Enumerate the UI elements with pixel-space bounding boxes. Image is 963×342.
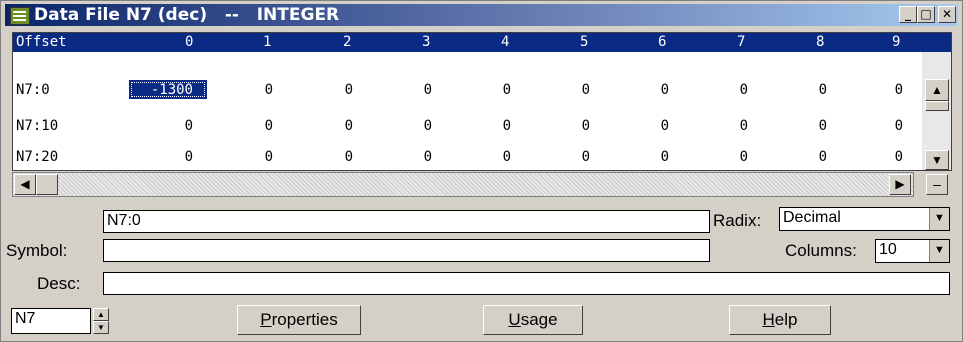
usage-label: sage [520,310,558,329]
table-cell[interactable]: 0 [372,149,432,165]
table-cell[interactable]: 0 [688,118,748,134]
properties-button[interactable]: Properties [237,305,361,335]
columns-value: 10 [879,241,897,258]
chevron-down-icon[interactable]: ▼ [929,208,949,230]
help-accelerator: H [762,310,775,329]
table-cell[interactable]: 0 [451,149,511,165]
minimize-button[interactable]: _ [899,6,917,23]
column-header-0: 0 [185,34,194,50]
data-file-icon [10,7,30,25]
close-button[interactable]: ✕ [938,6,956,23]
row-label[interactable]: N7:20 [16,149,58,165]
table-cell[interactable]: -1300 [133,82,193,98]
horizontal-scroll-thumb[interactable] [36,174,58,195]
desc-label: Desc: [37,274,81,293]
address-field[interactable]: N7:0 [103,210,710,233]
table-cell[interactable]: 0 [688,149,748,165]
file-spinner-input[interactable]: N7 [11,308,91,334]
properties-label: roperties [271,310,338,329]
title-bar[interactable]: Data File N7 (dec) -- INTEGER _ □ ✕ [5,4,958,26]
desc-field[interactable] [103,272,950,295]
scroll-left-arrow-icon[interactable]: ◀ [14,174,36,195]
row-label[interactable]: N7:10 [16,118,58,134]
table-cell[interactable]: 0 [688,82,748,98]
spin-up-icon[interactable]: ▲ [93,308,109,321]
data-file-window: Data File N7 (dec) -- INTEGER _ □ ✕ Offs… [0,0,963,342]
table-cell[interactable]: 0 [767,118,827,134]
table-cell[interactable]: 0 [530,149,590,165]
table-cell[interactable]: 0 [372,82,432,98]
help-button[interactable]: Help [729,305,831,335]
table-cell[interactable]: 0 [293,118,353,134]
window-title: Data File N7 (dec) -- INTEGER [34,5,340,25]
table-cell[interactable]: 0 [530,118,590,134]
usage-button[interactable]: Usage [483,305,583,335]
spin-down-icon[interactable]: ▼ [93,321,109,334]
table-cell[interactable]: 0 [213,118,273,134]
radix-value: Decimal [783,209,841,226]
scroll-thumb[interactable] [925,101,949,111]
column-header-4: 4 [501,34,510,50]
table-cell[interactable]: 0 [843,149,903,165]
table-cell[interactable]: 0 [451,118,511,134]
row-label[interactable]: N7:0 [16,82,50,98]
table-cell[interactable]: 0 [133,118,193,134]
scroll-down-arrow-icon[interactable]: ▼ [925,150,949,170]
column-header-6: 6 [658,34,667,50]
column-header-8: 8 [816,34,825,50]
data-table: Offset 0 1 2 3 4 5 6 7 8 9 N7:0 -1300 0 … [12,32,952,171]
table-cell[interactable]: 0 [372,118,432,134]
table-cell[interactable]: 0 [133,149,193,165]
chevron-down-icon[interactable]: ▼ [929,240,949,262]
table-cell[interactable]: 0 [530,82,590,98]
table-cell[interactable]: 0 [609,149,669,165]
help-label: elp [774,310,798,329]
horizontal-scrollbar[interactable]: ◀ ▶ [12,172,914,197]
table-cell[interactable]: 0 [767,82,827,98]
column-header-3: 3 [422,34,431,50]
scroll-right-arrow-icon[interactable]: ▶ [889,174,911,195]
column-header-5: 5 [580,34,589,50]
radix-label: Radix: [713,211,762,230]
table-cell[interactable]: 0 [609,82,669,98]
table-header: Offset 0 1 2 3 4 5 6 7 8 9 [13,33,951,52]
column-header-1: 1 [263,34,272,50]
split-pane-icon[interactable]: – [926,174,948,195]
scroll-up-arrow-icon[interactable]: ▲ [925,79,949,101]
vertical-scrollbar[interactable]: ▲ ▼ [922,52,951,170]
usage-accelerator: U [508,310,521,329]
symbol-field[interactable] [103,239,710,262]
table-cell[interactable]: 0 [843,82,903,98]
columns-label: Columns: [785,241,857,260]
column-header-7: 7 [737,34,746,50]
table-cell[interactable]: 0 [843,118,903,134]
table-cell[interactable]: 0 [767,149,827,165]
column-header-2: 2 [343,34,352,50]
table-cell[interactable]: 0 [609,118,669,134]
table-cell[interactable]: 0 [293,82,353,98]
column-header-9: 9 [892,34,901,50]
columns-select[interactable]: 10 ▼ [875,239,950,263]
radix-select[interactable]: Decimal ▼ [779,207,950,231]
offset-header: Offset [16,34,67,50]
table-cell[interactable]: 0 [213,149,273,165]
table-cell[interactable]: 0 [213,82,273,98]
maximize-button[interactable]: □ [917,6,935,23]
symbol-label: Symbol: [6,241,68,260]
table-cell[interactable]: 0 [293,149,353,165]
table-cell[interactable]: 0 [451,82,511,98]
properties-accelerator: P [260,310,272,329]
